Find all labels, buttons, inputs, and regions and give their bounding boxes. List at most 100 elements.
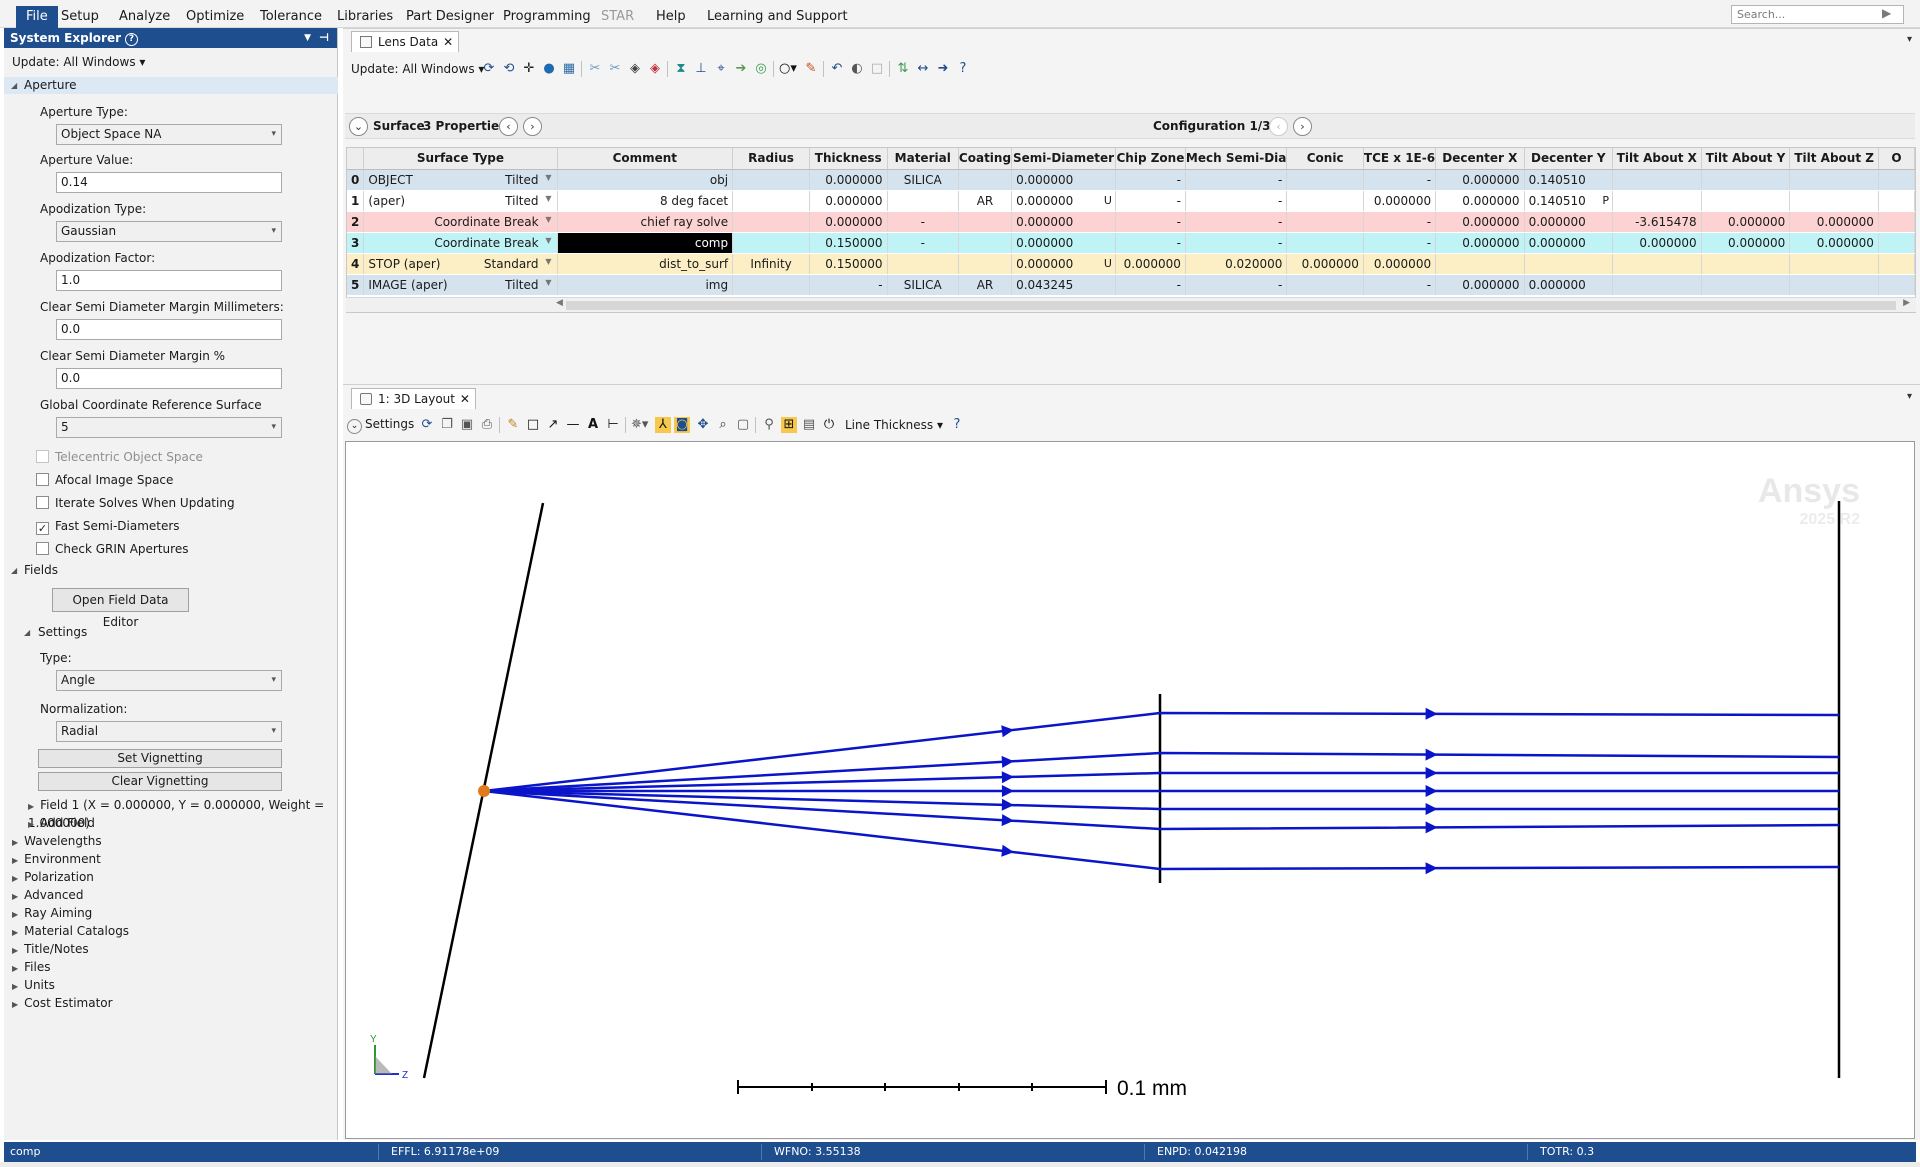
search-input[interactable]: Search... bbox=[1731, 5, 1904, 24]
tce-cell[interactable]: 0.000000 bbox=[1363, 253, 1437, 275]
col-chip-zone[interactable]: Chip Zone bbox=[1115, 148, 1186, 170]
tree-title-notes[interactable]: ▶ Title/Notes bbox=[12, 941, 89, 959]
comment-cell[interactable]: chief ray solve bbox=[557, 211, 734, 233]
radius-cell[interactable] bbox=[732, 274, 810, 296]
surface-type-cell[interactable]: IMAGE (aper) Tilted ▼ bbox=[363, 274, 558, 296]
tree-cost-estimator[interactable]: ▶ Cost Estimator bbox=[12, 995, 113, 1013]
tilt-z-cell[interactable]: 0.000000 bbox=[1789, 211, 1879, 233]
table-row[interactable]: 3 Coordinate Break ▼ comp 0.150000 - 0.00… bbox=[347, 232, 1915, 254]
col-decenter-y[interactable]: Decenter Y bbox=[1524, 148, 1614, 170]
surface-type-cell[interactable]: (aper) Tilted ▼ bbox=[363, 190, 558, 212]
tree-material-catalogs[interactable]: ▶ Material Catalogs bbox=[12, 923, 129, 941]
col-coating[interactable]: Coating bbox=[958, 148, 1013, 170]
help-icon[interactable]: ? bbox=[955, 61, 971, 77]
radius-cell[interactable]: Infinity bbox=[732, 253, 810, 275]
material-cell[interactable]: - bbox=[887, 232, 959, 254]
coating-cell[interactable]: AR bbox=[958, 274, 1013, 296]
coating-cell[interactable] bbox=[958, 169, 1013, 191]
horizontal-scrollbar[interactable]: ◀ ▶ bbox=[346, 297, 1916, 312]
zoom-icon[interactable]: ⌕ bbox=[715, 417, 731, 433]
chip-zone-cell[interactable]: - bbox=[1115, 211, 1186, 233]
chip-zone-cell[interactable]: - bbox=[1115, 274, 1186, 296]
chip-zone-cell[interactable]: - bbox=[1115, 190, 1186, 212]
tree-add-field[interactable]: ▶ Add Field bbox=[28, 815, 95, 833]
col-comment[interactable]: Comment bbox=[557, 148, 734, 170]
line-thickness-dropdown[interactable]: Line Thickness ▾ bbox=[845, 418, 943, 432]
col-tilt-x[interactable]: Tilt About X bbox=[1612, 148, 1702, 170]
chip-zone-cell[interactable]: - bbox=[1115, 232, 1186, 254]
dimension-icon[interactable]: ⊢ bbox=[605, 417, 621, 433]
radius-cell[interactable] bbox=[732, 211, 810, 233]
fast-semi-diameters-checkbox[interactable]: ✓ Fast Semi-Diameters bbox=[36, 519, 180, 535]
coating-cell[interactable] bbox=[958, 211, 1013, 233]
tilt-y-cell[interactable]: 0.000000 bbox=[1701, 232, 1791, 254]
scroll-right-icon[interactable]: ▶ bbox=[1903, 298, 1910, 308]
align-icon[interactable]: ⊥ bbox=[693, 61, 709, 77]
surface-type-cell[interactable]: Coordinate Break ▼ bbox=[363, 232, 558, 254]
tilt-z-cell[interactable] bbox=[1789, 274, 1879, 296]
next-surface-button[interactable]: › bbox=[523, 117, 542, 136]
normalization-select[interactable]: Radial ▾ bbox=[56, 721, 282, 742]
thickness-cell[interactable]: 0.000000 bbox=[809, 211, 888, 233]
tree-wavelengths[interactable]: ▶ Wavelengths bbox=[12, 833, 102, 851]
iterate-solves-checkbox[interactable]: Iterate Solves When Updating bbox=[36, 496, 235, 510]
print-icon[interactable]: ⎙ bbox=[479, 417, 495, 433]
radius-cell[interactable] bbox=[732, 169, 810, 191]
insert-surface-icon[interactable]: ✂ bbox=[587, 61, 603, 77]
tree-ray-aiming[interactable]: ▶ Ray Aiming bbox=[12, 905, 92, 923]
semi-diameter-cell[interactable]: 0.000000 U bbox=[1011, 190, 1116, 212]
layout-3d-canvas[interactable]: Ansys 2025 R2 Y Z 0.1 mm bbox=[345, 441, 1915, 1139]
col-material[interactable]: Material bbox=[887, 148, 959, 170]
tilt-decenter-icon[interactable]: ⧗ bbox=[673, 61, 689, 77]
menu-part-designer[interactable]: Part Designer bbox=[406, 7, 494, 27]
mech-semi-dia-cell[interactable]: 0.020000 bbox=[1185, 253, 1288, 275]
overflow-cell[interactable] bbox=[1878, 232, 1915, 254]
delete-cube-icon[interactable]: ◈ bbox=[647, 61, 663, 77]
overflow-cell[interactable] bbox=[1878, 253, 1915, 275]
conic-cell[interactable] bbox=[1286, 274, 1364, 296]
window-layout-icon[interactable]: ⊞ bbox=[781, 417, 797, 433]
blank-icon[interactable]: □ bbox=[869, 61, 885, 77]
text-icon[interactable]: A bbox=[585, 417, 601, 433]
update-dropdown[interactable]: Update: All Windows ▾ bbox=[12, 55, 145, 69]
thickness-cell[interactable]: 0.150000 bbox=[809, 253, 888, 275]
move-icon[interactable]: ✛ bbox=[521, 61, 537, 77]
comment-cell[interactable]: img bbox=[557, 274, 734, 296]
overflow-cell[interactable] bbox=[1878, 190, 1915, 212]
tilt-y-cell[interactable] bbox=[1701, 169, 1791, 191]
col-radius[interactable]: Radius bbox=[732, 148, 810, 170]
table-row[interactable]: 4 STOP (aper) Standard ▼ dist_to_surf Infi… bbox=[347, 253, 1915, 275]
panel-menu-icon[interactable]: ▾ bbox=[1907, 34, 1912, 45]
material-cell[interactable]: SILICA bbox=[887, 274, 959, 296]
col-surface-type[interactable]: Surface Type bbox=[363, 148, 558, 170]
col-decenter-x[interactable]: Decenter X bbox=[1435, 148, 1525, 170]
prev-config-button[interactable]: ‹ bbox=[1269, 117, 1288, 136]
fold-mirror-icon[interactable]: ⌖ bbox=[713, 61, 729, 77]
circle-solve-icon[interactable]: ○▾ bbox=[779, 61, 797, 77]
convert-icon[interactable]: ◎ bbox=[753, 61, 769, 77]
tree-polarization[interactable]: ▶ Polarization bbox=[12, 869, 94, 887]
tree-files[interactable]: ▶ Files bbox=[12, 959, 51, 977]
table-row[interactable]: 5 IMAGE (aper) Tilted ▼ img - SILICA AR 0.… bbox=[347, 274, 1915, 296]
arrow-icon[interactable]: ↗ bbox=[545, 417, 561, 433]
power-icon[interactable]: ⏻ bbox=[821, 417, 837, 433]
tilt-x-cell[interactable] bbox=[1612, 253, 1702, 275]
decenter-y-cell[interactable]: 0.140510 P bbox=[1524, 190, 1614, 212]
next-config-button[interactable]: › bbox=[1293, 117, 1312, 136]
chip-zone-cell[interactable]: 0.000000 bbox=[1115, 253, 1186, 275]
arrow-right-icon[interactable]: ➜ bbox=[935, 61, 951, 77]
semi-diameter-cell[interactable]: 0.000000 U bbox=[1011, 253, 1116, 275]
conic-cell[interactable] bbox=[1286, 169, 1364, 191]
chevron-down-icon[interactable]: ▼ bbox=[304, 28, 311, 48]
field-type-select[interactable]: Angle ▾ bbox=[56, 670, 282, 691]
aperture-value-input[interactable]: 0.14 bbox=[56, 172, 282, 193]
rotate-view-icon[interactable]: ✵▾ bbox=[631, 417, 648, 433]
clear-margin-mm-input[interactable]: 0.0 bbox=[56, 319, 282, 340]
tab-lens-data[interactable]: Lens Data ✕ bbox=[351, 31, 460, 52]
comment-cell[interactable]: obj bbox=[557, 169, 734, 191]
help-icon[interactable]: ? bbox=[125, 33, 139, 46]
afocal-image-checkbox[interactable]: Afocal Image Space bbox=[36, 473, 173, 487]
close-icon[interactable]: ✕ bbox=[460, 389, 470, 409]
comment-cell[interactable]: 8 deg facet bbox=[557, 190, 734, 212]
overflow-cell[interactable] bbox=[1878, 169, 1915, 191]
